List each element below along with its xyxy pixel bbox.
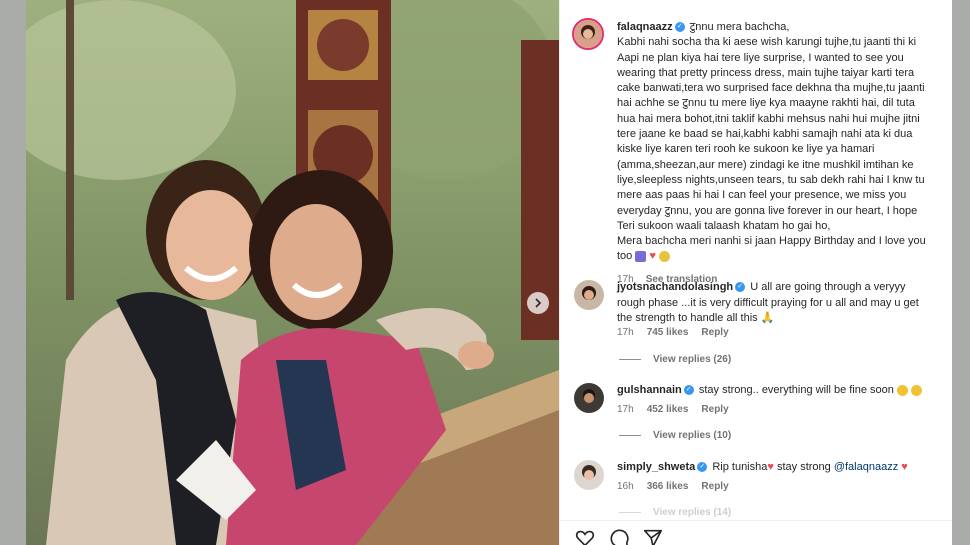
avatar-image [574,460,604,490]
caption-line: wearing that pretty princess dress, main… [617,66,915,79]
caption-line: too [617,250,633,263]
comment-text: jyotsnachandolasingh ✓ U all are going th… [617,280,947,327]
comment-line: stay strong.. everything will be fine so… [698,384,894,396]
post-username[interactable]: falaqnaazz [617,21,673,33]
caption-line: everyday टुnnu, you are gonna live forev… [617,204,918,217]
photo-illustration [26,0,559,545]
verified-icon: ✓ [674,22,685,33]
comment-time[interactable]: 17h [617,404,634,415]
tv-emoji-icon [635,251,647,263]
comment-likes[interactable]: 366 likes [647,481,689,492]
comment-meta: 16h 366 likes Reply [617,481,742,492]
caption-line: hua hai mera bohot,itni taklif kabhi meh… [617,112,920,125]
comment-line: the strength to handle all this [617,312,758,324]
comment-meta: 17h 745 likes Reply [617,327,742,338]
mention-link[interactable]: @falaqnaazz [834,461,898,473]
smile-emoji-icon [896,384,908,396]
caption-line: cake banwati,tera wo surprised face dekh… [617,82,925,95]
avatar[interactable] [574,460,604,490]
caption-line: Aapi ne plan kiya hai tere liye surprise… [617,51,904,64]
comment-time[interactable]: 16h [617,481,634,492]
caption-line: Teri sukoon waali talaash khatam ho gai … [617,219,831,232]
comment-text: simply_shweta ✓ Rip tunisha♥ stay strong … [617,460,947,476]
pray-emoji-icon: 🙏 [760,312,775,324]
view-replies-button[interactable]: View replies (10) [619,430,731,441]
red-heart-icon: ♥ [649,250,656,263]
post-photo [26,0,559,545]
replies-divider [619,512,641,513]
share-button[interactable] [642,527,664,545]
caption-line: tere jaane ke baad se hai,kabhi kabhi sa… [617,128,913,141]
caption-line: (amma,sheezan,aur mere) zindagi ke itne … [617,158,914,171]
caption-line: Kabhi nahi socha tha ki aese wish karung… [617,36,917,49]
caption-line: hai achhe se टुnnu tu mere liye kya maay… [617,97,915,110]
background-overlay-right [952,0,970,545]
avatar[interactable] [572,18,604,50]
post-actions-bar [560,520,952,545]
caption-line: liye,sleepless nights,unseen tears, tu s… [617,173,925,186]
comment-time[interactable]: 17h [617,327,634,338]
reply-button[interactable]: Reply [701,404,728,415]
avatar-image [574,280,604,310]
like-button[interactable] [574,527,596,545]
next-image-button[interactable] [527,292,549,314]
avatar-image [574,20,602,48]
next-arrow-icon [535,298,542,308]
background-overlay-left [0,0,26,545]
view-replies-label: View replies (10) [653,430,732,441]
caption-line: टुnnu mera bachcha, [689,21,790,33]
comment-line: U all are going through a veryyy [750,281,906,293]
comment-line: stay strong [773,461,834,473]
comment-likes[interactable]: 745 likes [647,327,689,338]
caption-line: Mera bachcha meri nanhi si jaan Happy Bi… [617,235,926,248]
comment-button[interactable] [608,527,630,545]
caption-text: falaqnaazz ✓ टुnnu mera bachcha, Kabhi na… [617,20,947,287]
verified-icon: ✓ [735,282,746,293]
comment-likes[interactable]: 452 likes [647,404,689,415]
reply-button[interactable]: Reply [701,481,728,492]
avatar[interactable] [574,280,604,310]
view-replies-label: View replies (26) [653,354,732,365]
verified-icon: ✓ [697,462,708,473]
comments-panel: falaqnaazz ✓ टुnnu mera bachcha, Kabhi na… [559,0,952,545]
replies-divider [619,435,641,436]
share-icon [643,529,663,545]
post-modal: falaqnaazz ✓ टुnnu mera bachcha, Kabhi na… [26,0,952,545]
comment-username[interactable]: simply_shweta [617,461,695,473]
view-replies-label: View replies (14) [653,507,732,518]
caption-line: mere aas paas hi hai I can feel your pre… [617,189,907,202]
comment-username[interactable]: jyotsnachandolasingh [617,281,733,293]
comment-line: Rip tunisha [712,461,768,473]
red-heart-icon: ♥ [901,461,908,473]
replies-divider [619,359,641,360]
avatar[interactable] [574,383,604,413]
avatar-image [574,383,604,413]
comment-username[interactable]: gulshannain [617,384,682,396]
comment-meta: 17h 452 likes Reply [617,404,742,415]
smile-emoji-icon [911,384,923,396]
view-replies-button[interactable]: View replies (26) [619,354,731,365]
verified-icon: ✓ [683,385,694,396]
view-replies-button[interactable]: View replies (14) [619,507,731,518]
comment-icon [610,529,629,545]
heart-icon [575,530,595,545]
comment-text: gulshannain ✓ stay strong.. everything wi… [617,383,947,399]
comment-line: rough phase ...it is very difficult pray… [617,296,919,309]
caption-line: kiske liye karen teri rooh ke sukoon ke … [617,143,875,156]
crown-emoji-icon [659,251,671,263]
reply-button[interactable]: Reply [701,327,728,338]
